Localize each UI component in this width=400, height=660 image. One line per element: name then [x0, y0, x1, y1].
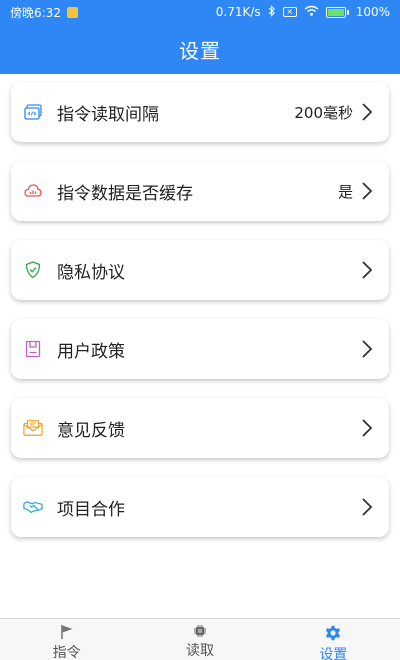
- setting-label: 指令数据是否缓存: [57, 183, 193, 204]
- setting-value: 200毫秒: [294, 103, 353, 122]
- app-header: 设置: [0, 24, 400, 74]
- network-speed: 0.71K/s: [215, 5, 261, 19]
- envelope-icon: [23, 418, 43, 438]
- setting-label: 用户政策: [57, 341, 125, 362]
- no-sim-icon: ×: [282, 7, 297, 17]
- setting-value: 是: [337, 182, 353, 201]
- nav-tab-commands[interactable]: 指令: [0, 619, 133, 660]
- chevron-right-icon: [361, 260, 375, 280]
- document-icon: [23, 339, 43, 359]
- setting-label: 项目合作: [57, 499, 125, 520]
- gear-icon: [324, 624, 342, 642]
- nav-label: 读取: [185, 643, 214, 659]
- battery-icon: [325, 6, 349, 18]
- setting-cooperation[interactable]: 项目合作: [11, 477, 389, 537]
- nav-tab-settings[interactable]: 设置: [267, 619, 400, 660]
- flag-icon: [58, 624, 76, 640]
- setting-privacy-policy[interactable]: 隐私协议: [11, 240, 389, 300]
- nav-label: 设置: [319, 647, 348, 660]
- chevron-right-icon: [361, 339, 375, 359]
- status-time: 傍晚6:32: [10, 5, 61, 20]
- notification-icon: [66, 6, 78, 18]
- code-window-icon: [23, 102, 43, 122]
- nav-label: 指令: [52, 645, 81, 660]
- chevron-right-icon: [361, 181, 375, 201]
- chevron-right-icon: [361, 418, 375, 438]
- setting-read-interval[interactable]: 指令读取间隔 200毫秒: [11, 82, 389, 142]
- chip-icon: [191, 624, 209, 638]
- battery-percent: 100%: [355, 5, 390, 19]
- page-title: 设置: [179, 38, 221, 63]
- setting-user-policy[interactable]: 用户政策: [11, 319, 389, 379]
- chevron-right-icon: [361, 102, 375, 122]
- wifi-icon: [304, 5, 319, 19]
- setting-label: 隐私协议: [57, 262, 125, 283]
- bottom-nav: 指令 读取 设置: [0, 618, 400, 660]
- handshake-icon: [23, 497, 43, 517]
- chevron-right-icon: [361, 497, 375, 517]
- setting-data-cache[interactable]: 指令数据是否缓存 是: [11, 161, 389, 221]
- bluetooth-icon: [268, 4, 276, 20]
- setting-label: 意见反馈: [57, 420, 125, 441]
- setting-feedback[interactable]: 意见反馈: [11, 398, 389, 458]
- status-bar: 傍晚6:32 0.71K/s × 100%: [0, 0, 400, 24]
- shield-check-icon: [23, 260, 43, 280]
- cloud-icon: [23, 181, 43, 201]
- nav-tab-read[interactable]: 读取: [133, 619, 266, 660]
- setting-label: 指令读取间隔: [57, 104, 159, 125]
